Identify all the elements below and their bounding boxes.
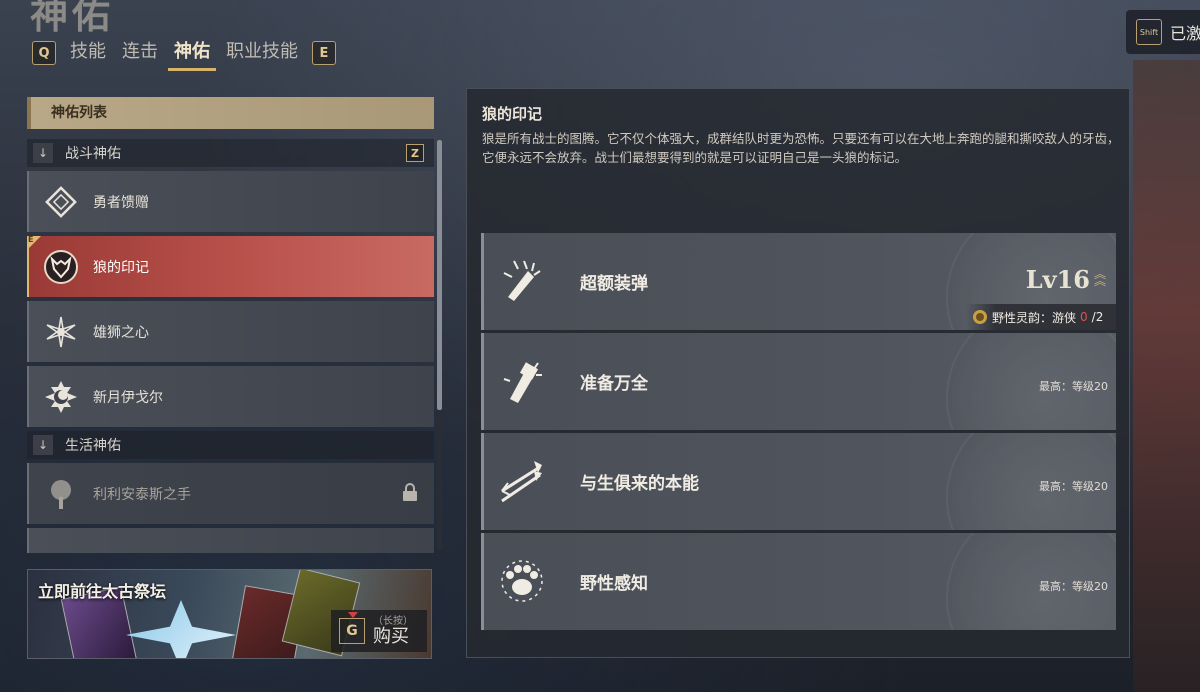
lion-star-icon	[43, 314, 79, 350]
wolf-badge-icon	[973, 310, 987, 324]
wolf-head-icon	[43, 249, 79, 285]
category-label: 战斗神佑	[65, 146, 121, 162]
list-scrollbar-thumb[interactable]	[437, 140, 442, 410]
equipped-badge: E	[27, 235, 41, 250]
shift-toggle[interactable]: Shift 已激	[1126, 10, 1200, 54]
shift-key: Shift	[1136, 19, 1162, 45]
prev-tab-key[interactable]: Q	[32, 41, 56, 65]
list-item-lilianthes-hand[interactable]: 利利安泰斯之手	[27, 463, 434, 524]
tab-combo[interactable]: 连击	[120, 35, 160, 71]
fist-burst-icon	[494, 353, 550, 409]
altar-banner[interactable]: 立即前往太古祭坛 G （长按） 购买	[27, 569, 432, 659]
blessing-list: 神佑列表 ↓ 战斗神佑 Z 勇者馈赠 E 狼的印记 雄狮之心 新月伊戈尔 ↓ 生…	[27, 97, 434, 553]
item-label: 勇者馈赠	[93, 194, 149, 211]
arrows-icon	[494, 453, 550, 509]
buy-hint: （长按）	[373, 615, 413, 627]
paw-print-icon	[494, 553, 550, 609]
category-label: 生活神佑	[65, 438, 121, 454]
skill-row-instinct[interactable]: 与生俱来的本能 最高：等级20	[481, 433, 1116, 530]
collapse-arrow-icon: ↓	[33, 435, 53, 455]
z-key[interactable]: Z	[406, 144, 424, 162]
page-title: 神佑	[30, 0, 115, 37]
diamond-rune-icon	[43, 184, 79, 220]
wild-aura-requirement: 野性灵韵：游侠 0/2	[966, 304, 1116, 330]
skill-row-prepared[interactable]: 准备万全 最高：等级20	[481, 333, 1116, 430]
list-item-crescent-igor[interactable]: 新月伊戈尔	[27, 366, 434, 427]
detail-description: 狼是所有战士的图腾。它不仅个体强大，成群结队时更为恐怖。只要还有可以在大地上奔跑…	[482, 131, 1120, 165]
buy-label: 购买	[373, 625, 409, 647]
list-item-lion-heart[interactable]: 雄狮之心	[27, 301, 434, 362]
collapse-arrow-icon: ↓	[33, 143, 53, 163]
background-character	[1133, 60, 1200, 692]
skill-level: Lv16	[1025, 265, 1090, 294]
top-tabs: Q 技能 连击 神佑 职业技能 E	[32, 35, 336, 71]
crescent-moon-icon	[43, 379, 79, 415]
item-label: 狼的印记	[93, 259, 149, 276]
banner-title: 立即前往太古祭坛	[38, 582, 167, 601]
lock-icon	[402, 482, 418, 505]
tree-hand-icon	[43, 476, 79, 512]
item-label: 新月伊戈尔	[93, 389, 163, 406]
next-tab-key[interactable]: E	[312, 41, 336, 65]
shift-label: 已激	[1170, 24, 1200, 43]
skill-row-wild-sense[interactable]: 野性感知 最高：等级20	[481, 533, 1116, 630]
item-label: 雄狮之心	[93, 324, 149, 341]
list-header: 神佑列表	[27, 97, 434, 129]
item-label: 利利安泰斯之手	[93, 486, 191, 503]
g-key: G	[339, 612, 365, 644]
skill-name: 野性感知	[580, 574, 648, 594]
category-battle[interactable]: ↓ 战斗神佑 Z	[27, 139, 434, 167]
detail-panel: 狼的印记 狼是所有战士的图腾。它不仅个体强大，成群结队时更为恐怖。只要还有可以在…	[466, 88, 1130, 658]
tab-skills[interactable]: 技能	[68, 35, 108, 71]
skill-max-level: 最高：等级20	[1039, 380, 1108, 393]
banner-card	[126, 600, 236, 658]
skill-max-level: 最高：等级20	[1039, 580, 1108, 593]
list-item-wolf-mark[interactable]: E 狼的印记	[27, 235, 434, 297]
skill-row-overcharge[interactable]: 超额装弹 Lv16 ︽ ︽ 野性灵韵：游侠 0/2	[481, 233, 1116, 330]
skill-max-level: 最高：等级20	[1039, 480, 1108, 493]
bullet-burst-icon	[494, 253, 550, 309]
category-life[interactable]: ↓ 生活神佑	[27, 431, 434, 459]
skill-name: 与生俱来的本能	[580, 474, 699, 494]
skill-name: 超额装弹	[580, 274, 648, 294]
level-up-arrows-icon: ︽ ︽	[1093, 267, 1106, 288]
list-item-partial[interactable]	[27, 528, 434, 553]
skill-name: 准备万全	[580, 374, 648, 394]
list-item-brave-gift[interactable]: 勇者馈赠	[27, 171, 434, 232]
tab-blessing[interactable]: 神佑	[168, 35, 216, 71]
buy-button[interactable]: G （长按） 购买	[331, 610, 427, 652]
tab-class-skills[interactable]: 职业技能	[224, 35, 300, 71]
detail-title: 狼的印记	[482, 105, 543, 123]
